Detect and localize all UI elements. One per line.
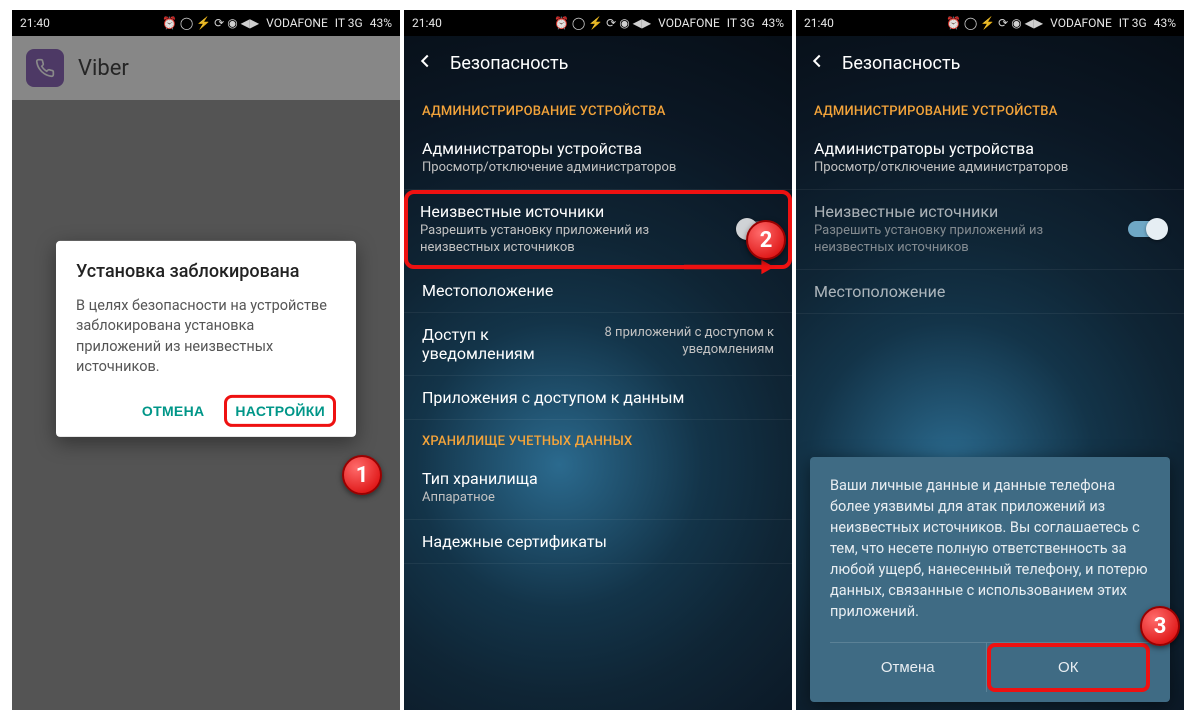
status-bar: 21:40 ⏰ ◯ ⚡ ⟳ ◉ ◀▶ VODAFONE IT 3G 43%: [796, 10, 1184, 36]
row-value: 8 приложений с доступом к уведомлениям: [553, 325, 774, 363]
row-title: Тип хранилища: [422, 469, 774, 488]
status-indicators-icon: ⏰ ◯ ⚡ ⟳ ◉ ◀▶: [162, 16, 259, 30]
warning-ok-button[interactable]: ОК: [987, 643, 1151, 692]
row-title: Приложения с доступом к данным: [422, 388, 774, 407]
dialog-title: Установка заблокирована: [76, 261, 336, 282]
screen-security-toggle: 21:40 ⏰ ◯ ⚡ ⟳ ◉ ◀▶ VODAFONE IT 3G 43% Бе…: [404, 10, 792, 710]
row-title: Надежные сертификаты: [422, 532, 774, 551]
back-icon[interactable]: [414, 50, 436, 76]
status-indicators-icon: ⏰ ◯ ⚡ ⟳ ◉ ◀▶: [946, 16, 1043, 30]
status-bar: 21:40 ⏰ ◯ ⚡ ⟳ ◉ ◀▶ VODAFONE IT 3G 43%: [12, 10, 400, 36]
dialog-body: В целях безопасности на устройстве забло…: [76, 296, 336, 377]
status-carrier: VODAFONE: [1050, 16, 1112, 30]
arrow-right-icon: [684, 257, 774, 277]
row-title: Доступ к уведомлениям: [422, 325, 535, 363]
status-time: 21:40: [412, 16, 442, 30]
row-location[interactable]: Местоположение: [796, 270, 1184, 314]
cancel-button[interactable]: ОТМЕНА: [132, 395, 214, 427]
row-trusted-certs[interactable]: Надежные сертификаты: [404, 520, 792, 564]
step-badge-1: 1: [342, 455, 382, 495]
warning-body: Ваши личные данные и данные телефона бол…: [830, 475, 1150, 622]
row-subtitle: Разрешить установку приложений из неизве…: [814, 223, 1116, 257]
settings-title: Безопасность: [450, 53, 568, 74]
status-indicators-icon: ⏰ ◯ ⚡ ⟳ ◉ ◀▶: [554, 16, 651, 30]
row-title: Неизвестные источники: [814, 202, 1116, 221]
status-time: 21:40: [804, 16, 834, 30]
status-battery: 43%: [1154, 16, 1176, 30]
status-network: IT 3G: [727, 16, 755, 30]
warning-cancel-button[interactable]: Отмена: [830, 643, 987, 692]
status-carrier: VODAFONE: [266, 16, 328, 30]
step-badge-3: 3: [1140, 606, 1180, 646]
section-storage-label: ХРАНИЛИЩЕ УЧЕТНЫХ ДАННЫХ: [404, 420, 792, 457]
row-title: Администраторы устройства: [422, 139, 774, 158]
section-admin-label: АДМИНИСТРИРОВАНИЕ УСТРОЙСТВА: [404, 90, 792, 127]
status-battery: 43%: [762, 16, 784, 30]
row-storage-type[interactable]: Тип хранилища Аппаратное: [404, 457, 792, 520]
row-device-admins[interactable]: Администраторы устройства Просмотр/отклю…: [796, 127, 1184, 190]
unknown-sources-toggle[interactable]: [1128, 221, 1166, 237]
screen-install-blocked: 21:40 ⏰ ◯ ⚡ ⟳ ◉ ◀▶ VODAFONE IT 3G 43% Vi…: [12, 10, 400, 710]
back-icon[interactable]: [806, 50, 828, 76]
status-network: IT 3G: [335, 16, 363, 30]
status-network: IT 3G: [1119, 16, 1147, 30]
row-subtitle: Разрешить установку приложений из неизве…: [420, 223, 726, 257]
row-title: Неизвестные источники: [420, 202, 726, 221]
screen-security-confirm: 21:40 ⏰ ◯ ⚡ ⟳ ◉ ◀▶ VODAFONE IT 3G 43% Бе…: [796, 10, 1184, 710]
status-carrier: VODAFONE: [658, 16, 720, 30]
row-unknown-sources[interactable]: Неизвестные источники Разрешить установк…: [404, 190, 792, 269]
row-subtitle: Просмотр/отключение администраторов: [814, 160, 1166, 177]
row-device-admins[interactable]: Администраторы устройства Просмотр/отклю…: [404, 127, 792, 190]
row-title: Местоположение: [814, 282, 1166, 301]
settings-header: Безопасность: [404, 36, 792, 90]
status-bar: 21:40 ⏰ ◯ ⚡ ⟳ ◉ ◀▶ VODAFONE IT 3G 43%: [404, 10, 792, 36]
row-title: Администраторы устройства: [814, 139, 1166, 158]
settings-title: Безопасность: [842, 53, 960, 74]
row-subtitle: Аппаратное: [422, 490, 774, 507]
status-battery: 43%: [370, 16, 392, 30]
row-apps-with-data-access[interactable]: Приложения с доступом к данным: [404, 376, 792, 420]
install-blocked-dialog: Установка заблокирована В целях безопасн…: [56, 241, 356, 437]
settings-button[interactable]: НАСТРОЙКИ: [224, 395, 336, 427]
row-notification-access[interactable]: Доступ к уведомлениям 8 приложений с дос…: [404, 313, 792, 376]
section-admin-label: АДМИНИСТРИРОВАНИЕ УСТРОЙСТВА: [796, 90, 1184, 127]
row-unknown-sources[interactable]: Неизвестные источники Разрешить установк…: [796, 190, 1184, 270]
row-title: Местоположение: [422, 281, 774, 300]
status-time: 21:40: [20, 16, 50, 30]
settings-header: Безопасность: [796, 36, 1184, 90]
unknown-sources-warning-dialog: Ваши личные данные и данные телефона бол…: [810, 457, 1170, 702]
row-subtitle: Просмотр/отключение администраторов: [422, 160, 774, 177]
step-badge-2: 2: [746, 220, 786, 260]
